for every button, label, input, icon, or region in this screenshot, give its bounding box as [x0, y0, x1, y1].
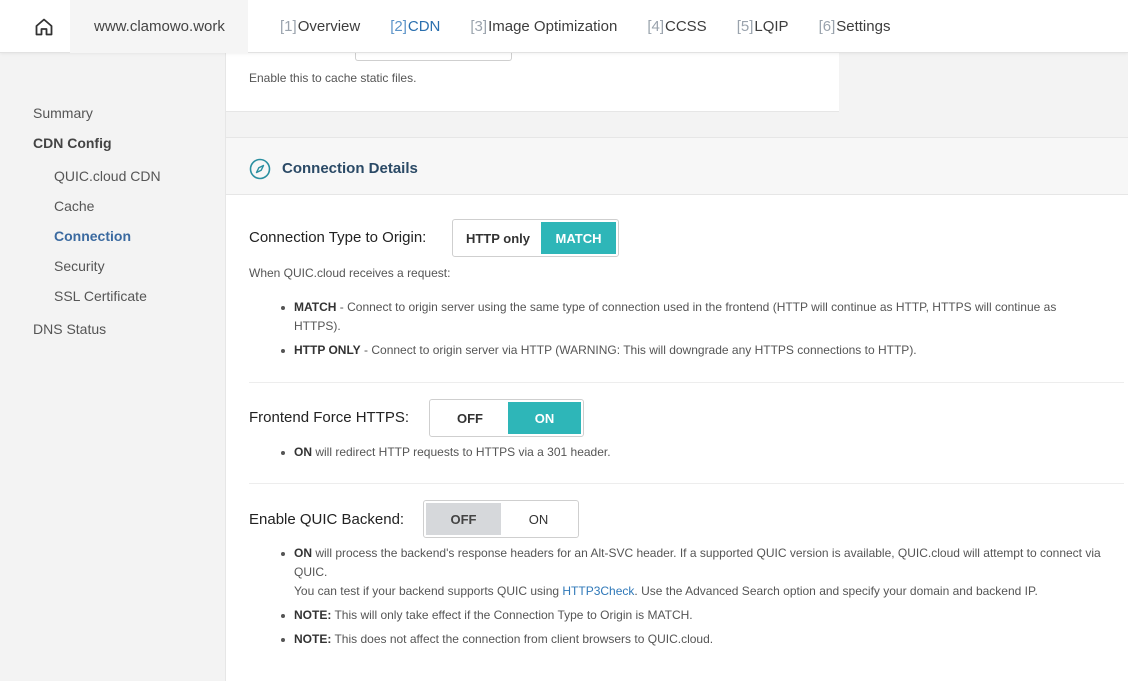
site-domain[interactable]: www.clamowo.work	[70, 0, 248, 53]
tab-label: CCSS	[665, 18, 707, 35]
sidebar-item-ssl-certificate[interactable]: SSL Certificate	[54, 288, 147, 304]
bullet-text: This will only take effect if the Connec…	[331, 608, 693, 622]
option-on[interactable]: ON	[501, 503, 576, 535]
sidebar-item-security[interactable]: Security	[54, 258, 105, 274]
option-on[interactable]: ON	[508, 402, 581, 434]
force-https-label: Frontend Force HTTPS:	[249, 409, 410, 426]
bullet-text: This does not affect the connection from…	[331, 632, 714, 646]
sidebar-item-connection[interactable]: Connection	[54, 228, 131, 244]
tab-number: [5]	[736, 18, 754, 35]
compass-icon	[249, 158, 271, 180]
list-item: NOTE: This does not affect the connectio…	[281, 630, 1104, 649]
sidebar-item-cache[interactable]: Cache	[54, 198, 94, 214]
test-prefix-text: You can test if your backend supports QU…	[294, 584, 563, 598]
bullet-keyword: HTTP ONLY	[294, 343, 361, 357]
cache-static-card: Enable this to cache static files.	[226, 45, 839, 112]
bullet-text: - Connect to origin server using the sam…	[294, 300, 1057, 333]
option-http-only[interactable]: HTTP only	[455, 222, 541, 254]
bullet-keyword: NOTE:	[294, 632, 332, 646]
option-match[interactable]: MATCH	[541, 222, 616, 254]
bullet-keyword: NOTE:	[294, 608, 332, 622]
bullet-text: - Connect to origin server via HTTP (WAR…	[360, 343, 917, 357]
tab-number: [3]	[470, 18, 488, 35]
quic-backend-toggle[interactable]: OFF ON	[423, 500, 579, 538]
http3check-link[interactable]: HTTP3Check	[562, 584, 634, 598]
divider	[249, 483, 1124, 484]
tab-settings[interactable]: [6]Settings	[819, 18, 891, 35]
divider	[249, 382, 1124, 383]
quic-backend-help: ON will process the backend's response h…	[281, 544, 1104, 654]
connection-type-label: Connection Type to Origin:	[249, 229, 427, 246]
tab-ccss[interactable]: [4]CCSS	[647, 18, 706, 35]
option-off[interactable]: OFF	[426, 503, 501, 535]
list-item: ON will process the backend's response h…	[281, 544, 1104, 601]
sidebar-item-quic-cloud-cdn[interactable]: QUIC.cloud CDN	[54, 168, 161, 184]
quic-backend-label: Enable QUIC Backend:	[249, 511, 405, 528]
connection-type-toggle[interactable]: HTTP only MATCH	[452, 219, 619, 257]
card-header: Connection Details	[226, 138, 1128, 195]
list-item: NOTE: This will only take effect if the …	[281, 606, 1104, 625]
tab-number: [2]	[390, 18, 407, 35]
sidebar-item-dns-status[interactable]: DNS Status	[33, 321, 106, 337]
tab-number: [1]	[280, 18, 297, 35]
bullet-keyword: MATCH	[294, 300, 337, 314]
tab-label: Settings	[836, 18, 891, 35]
force-https-toggle[interactable]: OFF ON	[429, 399, 584, 437]
force-https-help: ON will redirect HTTP requests to HTTPS …	[281, 443, 1104, 467]
tab-label: CDN	[407, 18, 441, 35]
tab-label: Overview	[297, 18, 361, 35]
sidebar-nav: Summary CDN Config QUIC.cloud CDN Cache …	[0, 53, 225, 681]
list-item: ON will redirect HTTP requests to HTTPS …	[281, 443, 1104, 462]
list-item: HTTP ONLY - Connect to origin server via…	[281, 341, 1104, 360]
tab-lqip[interactable]: [5]LQIP	[737, 18, 789, 35]
bullet-keyword: ON	[294, 445, 312, 459]
bullet-text: will process the backend's response head…	[294, 546, 1101, 579]
connection-type-intro: When QUIC.cloud receives a request:	[249, 266, 451, 280]
sidebar-item-summary[interactable]: Summary	[33, 105, 93, 121]
tab-overview[interactable]: [1]Overview	[280, 18, 360, 35]
test-suffix-text: . Use the Advanced Search option and spe…	[634, 584, 1038, 598]
cache-static-description: Enable this to cache static files.	[249, 71, 417, 85]
connection-type-help: MATCH - Connect to origin server using t…	[281, 298, 1104, 365]
connection-details-card: Connection Details Connection Type to Or…	[226, 137, 1128, 681]
site-domain-label: www.clamowo.work	[94, 18, 225, 35]
home-button[interactable]	[18, 12, 70, 42]
option-off[interactable]: OFF	[432, 402, 508, 434]
main-tabs: [1]Overview [2]CDN [3]Image Optimization…	[280, 0, 920, 53]
list-item: MATCH - Connect to origin server using t…	[281, 298, 1104, 336]
tab-number: [4]	[647, 18, 664, 35]
tab-number: [6]	[818, 18, 836, 35]
main-content: Enable this to cache static files. Conne…	[225, 45, 1128, 681]
sidebar-item-cdn-config[interactable]: CDN Config	[33, 135, 112, 151]
tab-label: Image Optimization	[488, 18, 618, 35]
tab-cdn[interactable]: [2]CDN	[390, 18, 440, 35]
bullet-text: will redirect HTTP requests to HTTPS via…	[312, 445, 611, 459]
bullet-keyword: ON	[294, 546, 312, 560]
home-icon	[35, 18, 53, 36]
tab-label: LQIP	[754, 18, 789, 35]
tab-image-optimization[interactable]: [3]Image Optimization	[470, 18, 617, 35]
card-title: Connection Details	[282, 160, 418, 177]
top-bar: www.clamowo.work [1]Overview [2]CDN [3]I…	[0, 0, 1128, 53]
